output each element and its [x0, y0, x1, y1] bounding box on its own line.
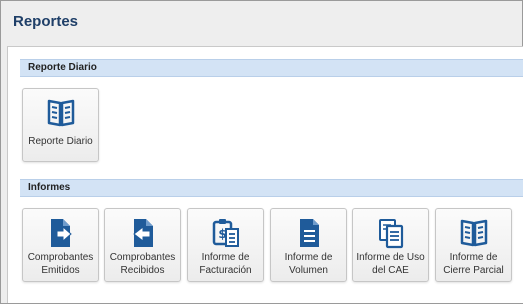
tile-label: Informe de Facturación: [199, 252, 252, 276]
tile-reporte-diario[interactable]: Reporte Diario: [22, 88, 99, 162]
documents-stack-icon: [376, 217, 406, 249]
tile-label: Informe de Volumen: [284, 252, 333, 276]
page-title: Reportes: [13, 13, 79, 30]
reports-panel: Reporte Diario Reporte Diario Informes C…: [7, 46, 523, 303]
tile-label: Informe de Cierre Parcial: [443, 252, 504, 276]
tile-label: Reporte Diario: [28, 136, 93, 147]
reports-window: Reportes Reporte Diario Reporte Diario I…: [0, 0, 523, 304]
tile-label: Informe de Uso del CAE: [356, 252, 425, 276]
clipboard-money-icon: $: [211, 217, 241, 249]
tile-informe-facturacion[interactable]: $ Informe de Facturación: [187, 208, 264, 282]
section-header-informes: Informes: [20, 179, 523, 197]
document-lines-icon: [294, 217, 324, 249]
section-header-reporte-diario: Reporte Diario: [20, 59, 523, 77]
document-import-icon: [128, 217, 158, 249]
tile-comprobantes-emitidos[interactable]: Comprobantes Emitidos: [22, 208, 99, 282]
open-book-icon: [459, 217, 489, 249]
tile-informe-uso-cae[interactable]: Informe de Uso del CAE: [352, 208, 429, 282]
tile-label: Comprobantes Recibidos: [109, 252, 176, 276]
document-export-icon: [46, 217, 76, 249]
tile-informe-cierre-parcial[interactable]: Informe de Cierre Parcial: [435, 208, 512, 282]
tile-comprobantes-recibidos[interactable]: Comprobantes Recibidos: [104, 208, 181, 282]
tile-label: Comprobantes Emitidos: [27, 252, 94, 276]
tile-informe-volumen[interactable]: Informe de Volumen: [270, 208, 347, 282]
open-book-icon: [46, 97, 76, 129]
